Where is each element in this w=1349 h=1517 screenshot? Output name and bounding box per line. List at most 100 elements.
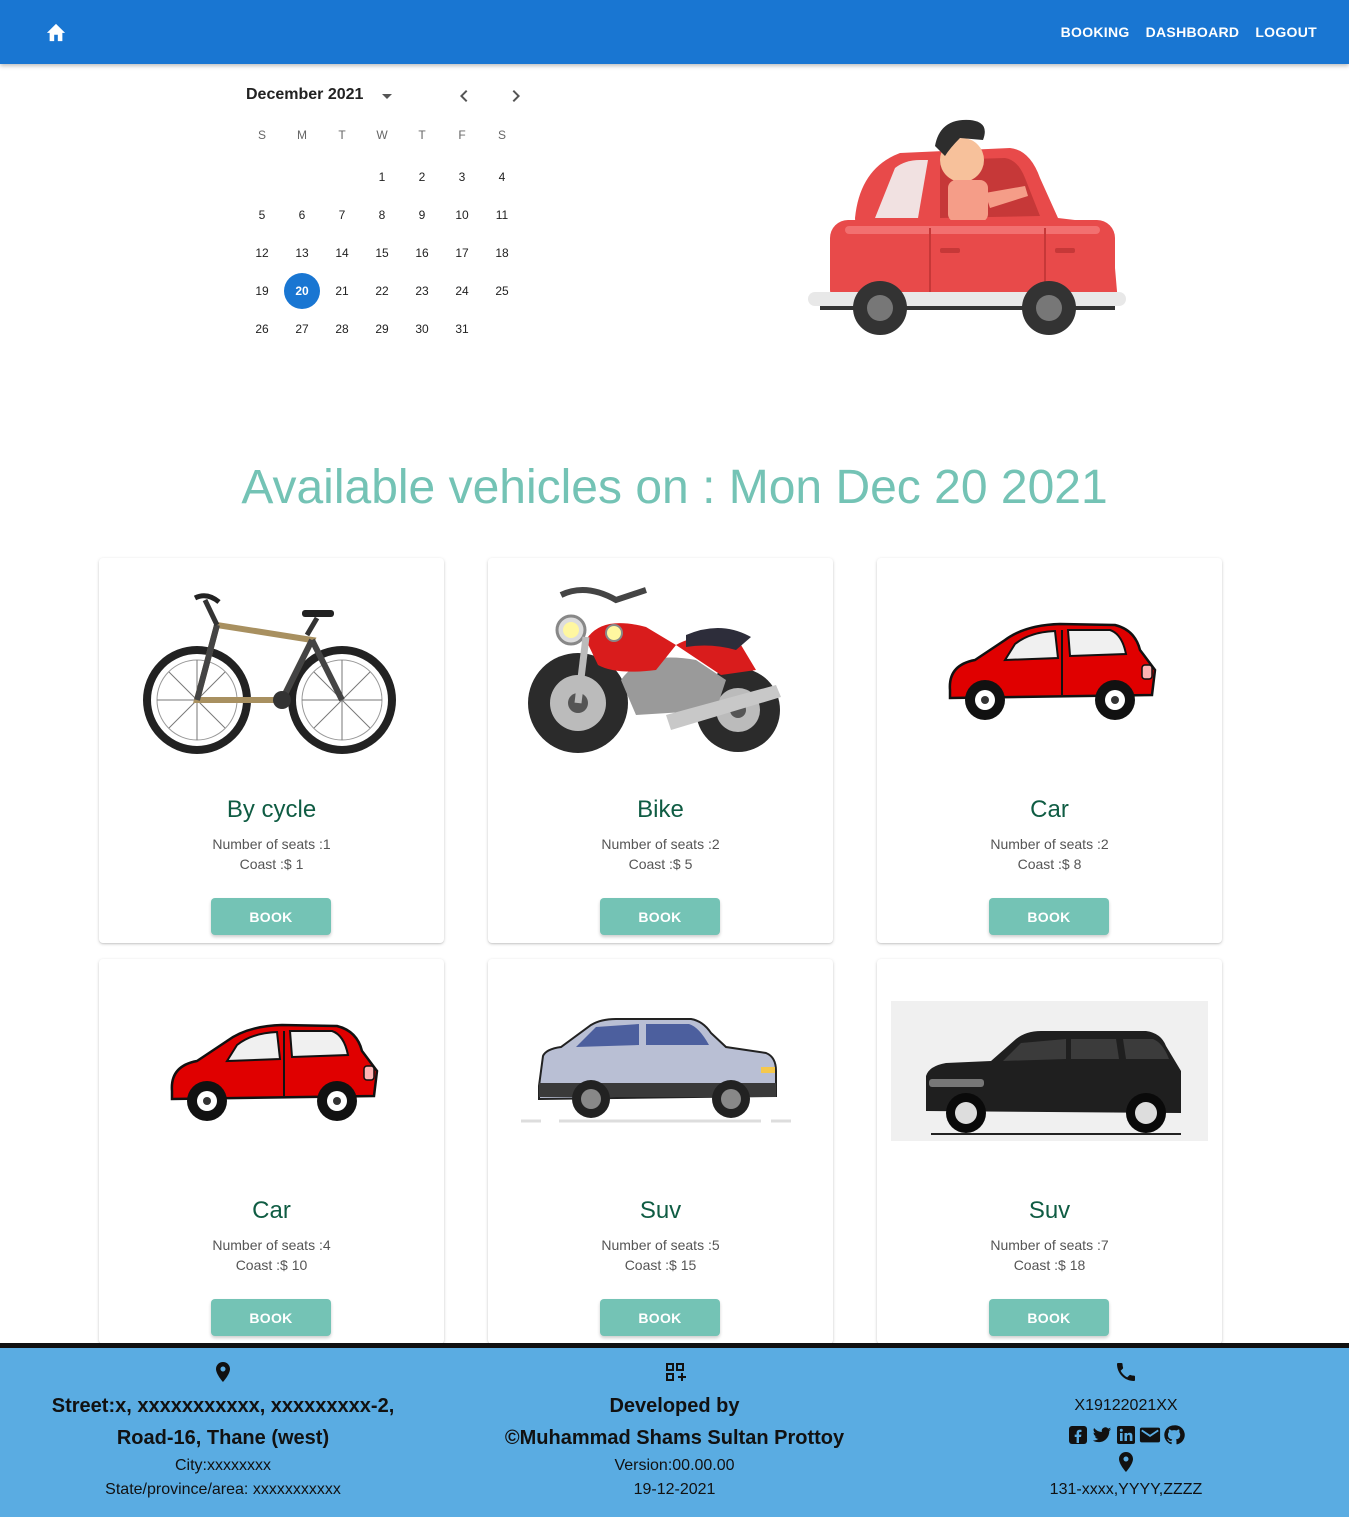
vehicle-name: Suv xyxy=(1028,1197,1071,1224)
calendar-cell: 12 xyxy=(242,235,282,271)
calendar-day[interactable]: 12 xyxy=(244,235,280,271)
calendar-cell: 10 xyxy=(442,197,482,233)
calendar-cell: 16 xyxy=(402,235,442,271)
calendar-day[interactable]: 25 xyxy=(484,273,520,309)
calendar-day[interactable]: 24 xyxy=(444,273,480,309)
calendar-day[interactable]: 3 xyxy=(444,159,480,195)
calendar-day[interactable]: 7 xyxy=(324,197,360,233)
weekday-label: M xyxy=(297,128,307,142)
calendar-day-selected[interactable]: 20 xyxy=(284,273,320,309)
book-button[interactable]: BOOK xyxy=(989,898,1109,935)
calendar-day[interactable]: 13 xyxy=(284,235,320,271)
calendar-day[interactable]: 6 xyxy=(284,197,320,233)
vehicle-image-red-car xyxy=(891,570,1208,770)
weekday-label: F xyxy=(458,128,466,142)
calendar-day[interactable]: 15 xyxy=(364,235,400,271)
calendar-cell: 15 xyxy=(362,235,402,271)
social-links xyxy=(903,1424,1349,1446)
calendar-cell: 31 xyxy=(442,311,482,347)
facebook-icon[interactable] xyxy=(1067,1424,1089,1446)
calendar-cell: 18 xyxy=(482,235,522,271)
vehicle-seats: Number of seats :2 xyxy=(601,836,720,852)
calendar-day[interactable]: 4 xyxy=(484,159,520,195)
calendar-cell: 3 xyxy=(442,159,482,195)
calendar-day[interactable]: 27 xyxy=(284,311,320,347)
calendar-cell: 26 xyxy=(242,311,282,347)
dropdown-arrow-icon[interactable] xyxy=(379,87,395,105)
calendar-cell: 29 xyxy=(362,311,402,347)
vehicle-card: By cycle Number of seats :1 Coast :$ 1 B… xyxy=(99,558,444,943)
footer-contact: X19122021XX 131-xxxx,YYYY,ZZZZ xyxy=(903,1360,1349,1502)
book-button[interactable]: BOOK xyxy=(600,898,720,935)
calendar-week-row: 1234 xyxy=(242,158,522,196)
address-state: State/province/area: xxxxxxxxxxx xyxy=(105,1481,341,1498)
nav-dashboard[interactable]: DASHBOARD xyxy=(1146,24,1240,40)
book-button[interactable]: BOOK xyxy=(211,1299,331,1336)
calendar-day[interactable]: 18 xyxy=(484,235,520,271)
calendar-day[interactable]: 11 xyxy=(484,197,520,233)
twitter-icon[interactable] xyxy=(1091,1424,1113,1446)
nav-logout[interactable]: LOGOUT xyxy=(1255,24,1317,40)
calendar-day[interactable]: 22 xyxy=(364,273,400,309)
calendar-day[interactable]: 14 xyxy=(324,235,360,271)
calendar-day[interactable]: 9 xyxy=(404,197,440,233)
calendar-day[interactable]: 16 xyxy=(404,235,440,271)
address-line-1: Street:x, xxxxxxxxxxx, xxxxxxxxx-2, xyxy=(51,1395,395,1417)
calendar-cell: 21 xyxy=(322,273,362,309)
linkedin-icon[interactable] xyxy=(1115,1424,1137,1446)
vehicle-card: Car Number of seats :2 Coast :$ 8 BOOK xyxy=(877,558,1222,943)
calendar-day[interactable]: 21 xyxy=(324,273,360,309)
calendar-cell: 2 xyxy=(402,159,442,195)
calendar-day[interactable]: 30 xyxy=(404,311,440,347)
vehicle-card: Suv Number of seats :7 Coast :$ 18 BOOK xyxy=(877,959,1222,1344)
calendar-cell: 1 xyxy=(362,159,402,195)
calendar-day[interactable]: 17 xyxy=(444,235,480,271)
calendar-cell: 17 xyxy=(442,235,482,271)
vehicle-seats: Number of seats :4 xyxy=(212,1237,331,1253)
calendar-cell: 9 xyxy=(402,197,442,233)
calendar-day[interactable]: 1 xyxy=(364,159,400,195)
calendar-day[interactable]: 10 xyxy=(444,197,480,233)
calendar-day[interactable]: 2 xyxy=(404,159,440,195)
calendar-cell: 11 xyxy=(482,197,522,233)
calendar-cell: 14 xyxy=(322,235,362,271)
vehicle-image-red-car xyxy=(113,971,430,1171)
calendar-day[interactable]: 26 xyxy=(244,311,280,347)
footer: Street:x, xxxxxxxxxxx, xxxxxxxxx-2, Road… xyxy=(0,1343,1349,1517)
footer-address: Street:x, xxxxxxxxxxx, xxxxxxxxx-2, Road… xyxy=(0,1360,446,1502)
hero-car-illustration xyxy=(800,108,1140,348)
vehicle-cost: Coast :$ 8 xyxy=(1017,856,1082,872)
weekday-label: T xyxy=(338,128,346,142)
location-code: 131-xxxx,YYYY,ZZZZ xyxy=(1049,1481,1203,1498)
vehicle-name: By cycle xyxy=(226,796,317,823)
calendar-day[interactable]: 31 xyxy=(444,311,480,347)
next-month-icon[interactable] xyxy=(504,84,528,108)
calendar-week-row: 5 6 7 8 9 10 11 xyxy=(242,196,522,234)
home-button[interactable] xyxy=(40,16,72,48)
calendar-day[interactable]: 19 xyxy=(244,273,280,309)
phone-icon xyxy=(1117,1363,1135,1381)
version-text: Version:00.00.00 xyxy=(614,1457,735,1474)
nav-booking[interactable]: BOOKING xyxy=(1061,24,1130,40)
footer-developer: Developed by ©Muhammad Shams Sultan Prot… xyxy=(446,1360,903,1502)
vehicle-cost: Coast :$ 10 xyxy=(235,1257,308,1273)
calendar-header: December 2021 xyxy=(246,86,526,108)
github-icon[interactable] xyxy=(1163,1424,1185,1446)
calendar-day[interactable]: 23 xyxy=(404,273,440,309)
previous-month-icon[interactable] xyxy=(452,84,476,108)
vehicle-name: Bike xyxy=(637,796,684,823)
calendar-day[interactable]: 29 xyxy=(364,311,400,347)
book-button[interactable]: BOOK xyxy=(211,898,331,935)
book-button[interactable]: BOOK xyxy=(989,1299,1109,1336)
calendar-day[interactable]: 28 xyxy=(324,311,360,347)
vehicle-seats: Number of seats :5 xyxy=(601,1237,720,1253)
calendar-day[interactable]: 8 xyxy=(364,197,400,233)
vehicle-cost: Coast :$ 1 xyxy=(239,856,304,872)
vehicle-card: Car Number of seats :4 Coast :$ 10 BOOK xyxy=(99,959,444,1344)
email-icon[interactable] xyxy=(1139,1424,1161,1446)
calendar-day[interactable]: 5 xyxy=(244,197,280,233)
calendar-month-label[interactable]: December 2021 xyxy=(246,86,363,104)
book-button[interactable]: BOOK xyxy=(600,1299,720,1336)
available-vehicles-heading: Available vehicles on : Mon Dec 20 2021 xyxy=(241,461,1108,514)
location-pin-icon xyxy=(1119,1452,1133,1472)
